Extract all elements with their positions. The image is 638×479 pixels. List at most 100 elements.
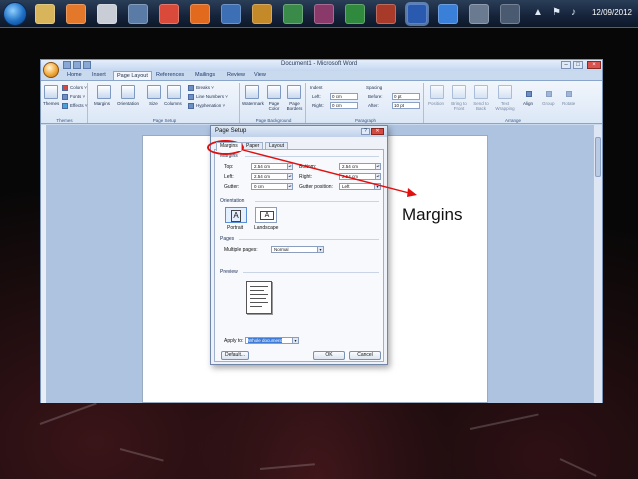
size-icon[interactable] [147, 85, 161, 99]
bring-front-icon[interactable] [452, 85, 466, 99]
columns-icon[interactable] [167, 85, 181, 99]
maximize-button[interactable]: □ [573, 61, 583, 69]
app-icon[interactable] [128, 4, 148, 24]
bring-front-label[interactable]: Bring to Front [448, 101, 470, 111]
page-color-icon[interactable] [267, 85, 281, 99]
tab-page-layout[interactable]: Page Layout [113, 71, 152, 80]
colors-label[interactable]: Colors ˅ [70, 85, 87, 90]
fonts-label[interactable]: Fonts ˅ [70, 94, 85, 99]
word-icon[interactable] [407, 4, 427, 24]
dialog-close-button[interactable]: ✕ [371, 128, 384, 135]
media-player-icon[interactable] [66, 4, 86, 24]
columns-label[interactable]: Columns [164, 101, 182, 106]
effects-label[interactable]: Effects ˅ [70, 103, 88, 108]
bottom-margin-spinner[interactable]: ▴▾ [375, 164, 380, 169]
office-button[interactable] [43, 62, 59, 78]
cancel-button[interactable]: Cancel [349, 351, 381, 360]
redo-icon[interactable] [83, 61, 91, 69]
orientation-icon[interactable] [121, 85, 135, 99]
gutter-spinner[interactable]: ▴▾ [287, 184, 292, 189]
text-wrapping-label[interactable]: Text Wrapping [492, 101, 518, 111]
app-icon[interactable] [314, 4, 334, 24]
right-margin-spinner[interactable]: ▴▾ [375, 174, 380, 179]
line-numbers-label[interactable]: Line Numbers ˅ [196, 94, 228, 99]
position-icon[interactable] [430, 85, 444, 99]
minimize-button[interactable]: – [561, 61, 571, 69]
page-borders-label[interactable]: Page Borders [286, 101, 303, 111]
chevron-down-icon[interactable]: ▾ [292, 338, 298, 343]
rotate-label[interactable]: Rotate [562, 101, 575, 106]
indent-right-field[interactable]: 0 cm [330, 102, 358, 109]
landscape-label[interactable]: Landscape [254, 225, 278, 231]
right-margin-field[interactable]: 2.54 cm ▴▾ [339, 173, 381, 180]
top-margin-field[interactable]: 2.54 cm ▴▾ [251, 163, 293, 170]
scrollbar-thumb[interactable] [595, 137, 601, 177]
multiple-pages-select[interactable]: Normal ▾ [271, 246, 324, 253]
folder-icon[interactable] [35, 4, 55, 24]
app-icon[interactable] [221, 4, 241, 24]
help-icon[interactable] [438, 4, 458, 24]
chrome-icon[interactable] [159, 4, 179, 24]
close-button[interactable]: × [587, 61, 601, 69]
app-icon[interactable] [500, 4, 520, 24]
bottom-margin-field[interactable]: 2.54 cm ▴▾ [339, 163, 381, 170]
left-margin-spinner[interactable]: ▴▾ [287, 174, 292, 179]
indent-left-field[interactable]: 0 cm [330, 93, 358, 100]
ok-button[interactable]: OK [313, 351, 345, 360]
tray-expand-icon[interactable]: ▲ [533, 7, 543, 18]
left-margin-field[interactable]: 2.54 cm ▴▾ [251, 173, 293, 180]
help-button[interactable]: ? [361, 128, 370, 135]
portrait-option[interactable]: A [225, 207, 247, 223]
text-wrapping-icon[interactable] [498, 85, 512, 99]
group-label[interactable]: Group [542, 101, 555, 106]
access-icon[interactable] [376, 4, 396, 24]
themes-icon[interactable] [44, 85, 58, 99]
send-back-icon[interactable] [474, 85, 488, 99]
app-icon[interactable] [252, 4, 272, 24]
spacing-after-field[interactable]: 10 pt [392, 102, 420, 109]
orientation-label[interactable]: Orientation [117, 101, 139, 106]
tab-insert[interactable]: Insert [89, 71, 109, 80]
spacing-before-field[interactable]: 0 pt [392, 93, 420, 100]
position-label[interactable]: Position [428, 101, 444, 106]
send-back-label[interactable]: Send to Back [470, 101, 492, 111]
firefox-icon[interactable] [190, 4, 210, 24]
app-icon[interactable] [469, 4, 489, 24]
margins-label[interactable]: Margins [94, 101, 110, 106]
breaks-label[interactable]: Breaks ˅ [196, 85, 214, 90]
tab-margins[interactable]: Margins [216, 142, 242, 151]
tab-references[interactable]: References [153, 71, 187, 80]
size-label[interactable]: Size [149, 101, 158, 106]
clock-date[interactable]: 12/09/2012 [592, 8, 632, 17]
portrait-label[interactable]: Portrait [227, 225, 243, 231]
undo-icon[interactable] [73, 61, 81, 69]
tab-home[interactable]: Home [64, 71, 85, 80]
tab-view[interactable]: View [251, 71, 269, 80]
watermark-label[interactable]: Watermark [242, 101, 264, 106]
top-margin-spinner[interactable]: ▴▾ [287, 164, 292, 169]
page-color-label[interactable]: Page Color [267, 101, 281, 111]
align-label[interactable]: Align [523, 101, 533, 106]
chevron-down-icon[interactable]: ▾ [374, 184, 380, 189]
default-button[interactable]: Default... [221, 351, 249, 360]
vertical-scrollbar[interactable] [593, 125, 602, 403]
start-button[interactable] [3, 2, 27, 26]
themes-label[interactable]: Themes [43, 101, 59, 106]
excel-icon[interactable] [345, 4, 365, 24]
network-flag-icon[interactable]: ⚑ [552, 7, 561, 18]
watermark-icon[interactable] [245, 85, 259, 99]
gutter-position-select[interactable]: Left ▾ [339, 183, 381, 190]
page-borders-icon[interactable] [287, 85, 301, 99]
explorer-icon[interactable] [97, 4, 117, 24]
chevron-down-icon[interactable]: ▾ [317, 247, 323, 252]
tab-review[interactable]: Review [224, 71, 248, 80]
apply-to-select[interactable]: Whole document ▾ [245, 337, 299, 344]
save-icon[interactable] [63, 61, 71, 69]
tab-mailings[interactable]: Mailings [192, 71, 218, 80]
landscape-option[interactable]: A [255, 207, 277, 223]
gutter-field[interactable]: 0 cm ▴▾ [251, 183, 293, 190]
hyphenation-label[interactable]: Hyphenation ˅ [196, 103, 225, 108]
margins-icon[interactable] [97, 85, 111, 99]
volume-icon[interactable]: ♪ [571, 7, 576, 18]
app-icon[interactable] [283, 4, 303, 24]
